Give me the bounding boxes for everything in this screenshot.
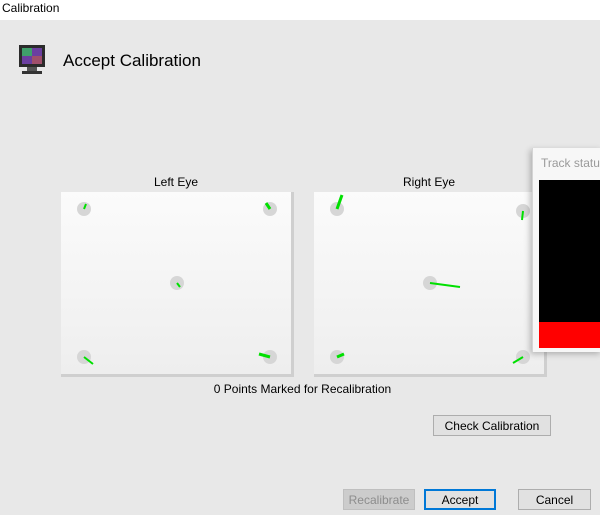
calibration-point xyxy=(258,350,277,364)
window-title: Calibration xyxy=(2,1,60,15)
calibration-point xyxy=(423,276,461,290)
page-title: Accept Calibration xyxy=(63,51,201,70)
track-status-title: Track status xyxy=(541,156,600,170)
monitor-icon xyxy=(19,45,45,74)
left-eye-calibration-plot[interactable] xyxy=(61,192,294,377)
calibration-point xyxy=(77,350,94,365)
recalibration-status: 0 Points Marked for Recalibration xyxy=(213,382,392,396)
left-eye-label: Left Eye xyxy=(153,175,199,189)
check-calibration-button[interactable]: Check Calibration xyxy=(433,415,551,436)
calibration-point xyxy=(330,350,345,364)
calibration-point xyxy=(330,194,344,216)
calibration-point xyxy=(170,276,184,290)
accept-button[interactable]: Accept xyxy=(424,489,496,510)
title-bar: Calibration xyxy=(0,0,600,20)
track-status-indicator xyxy=(539,322,600,348)
right-eye-label: Right Eye xyxy=(402,175,456,189)
recalibrate-button[interactable]: Recalibrate xyxy=(343,489,415,510)
track-status-display xyxy=(539,180,600,322)
calibration-point xyxy=(512,350,530,364)
calibration-point xyxy=(263,202,277,216)
cancel-button[interactable]: Cancel xyxy=(518,489,591,510)
calibration-point xyxy=(77,202,91,216)
right-eye-calibration-plot[interactable] xyxy=(314,192,547,377)
calibration-point xyxy=(516,204,530,221)
track-status-window[interactable]: Track status xyxy=(532,148,600,352)
